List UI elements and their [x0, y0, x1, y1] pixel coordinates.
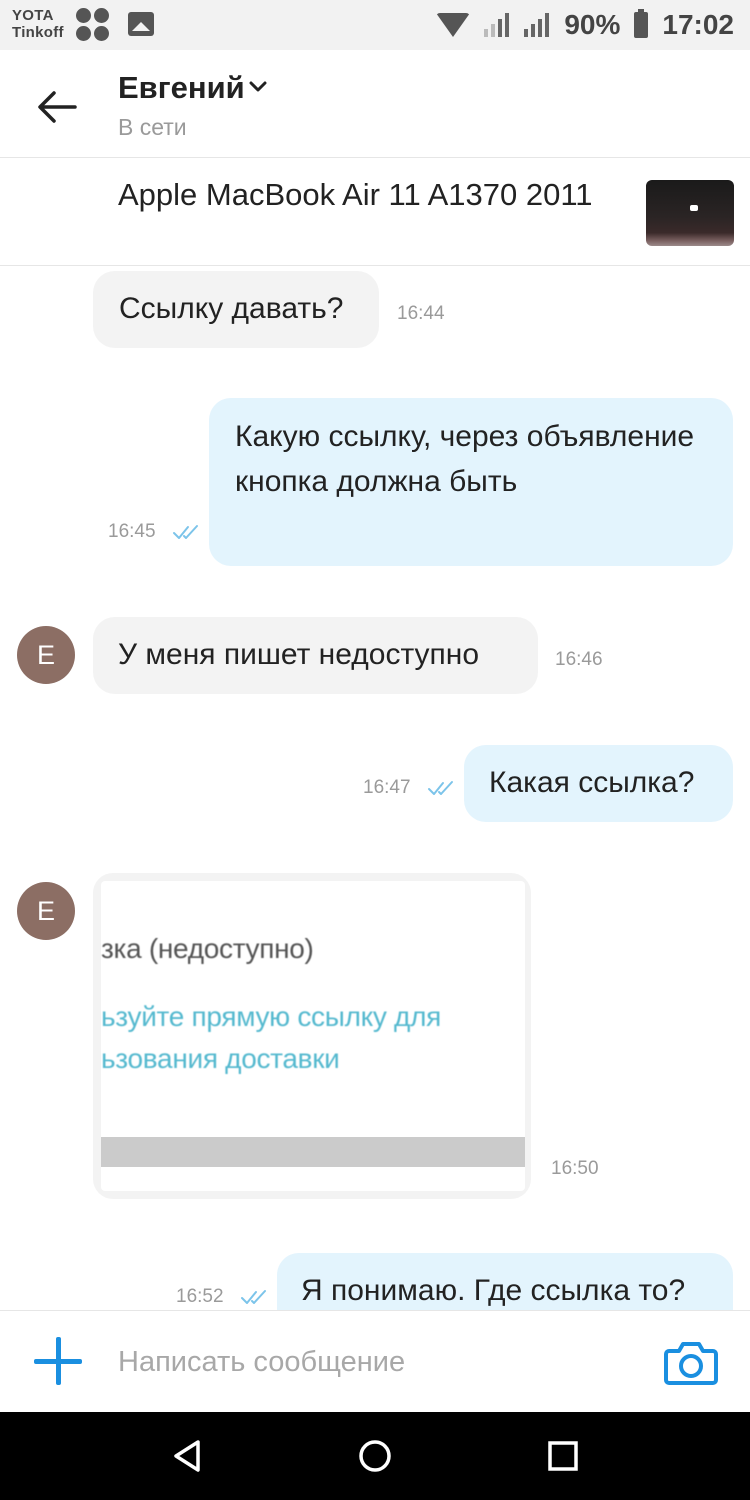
- listing-title[interactable]: Apple MacBook Air 11 A1370 2011: [118, 174, 598, 215]
- back-arrow-icon: [38, 91, 77, 123]
- chat-header: Евгений В сети: [0, 50, 750, 158]
- status-time: 17:02: [662, 9, 734, 40]
- battery-icon: [634, 9, 649, 38]
- message-time: 16:47: [363, 777, 411, 798]
- message-text: Какая ссылка?: [489, 766, 695, 799]
- message-list[interactable]: Ссылку давать? 16:44 16:45 Какую ссылку,…: [0, 267, 750, 1310]
- message-text: Какую ссылку, через объявление кнопка до…: [235, 420, 695, 498]
- back-button[interactable]: [34, 84, 80, 130]
- double-check-icon: [428, 781, 453, 795]
- system-nav-bar: [0, 1412, 750, 1500]
- signal-icon: [524, 13, 550, 37]
- listing-thumbnail[interactable]: [646, 180, 734, 246]
- message-time: 16:44: [397, 303, 445, 324]
- wifi-icon: [436, 13, 471, 37]
- nav-back-icon[interactable]: [168, 1436, 208, 1476]
- avatar-letter: Е: [36, 639, 55, 670]
- signal-icon: [484, 13, 510, 37]
- message-text: У меня пишет недоступно: [118, 638, 480, 671]
- avatar[interactable]: Е: [17, 882, 75, 940]
- attach-plus-icon[interactable]: [32, 1335, 84, 1387]
- gallery-notification-icon: [128, 12, 154, 36]
- avatar-letter: Е: [36, 895, 55, 926]
- message-text: Ссылку давать?: [119, 292, 344, 325]
- message-bubble-outgoing[interactable]: Какую ссылку, через объявление кнопка до…: [209, 398, 733, 566]
- nav-home-icon[interactable]: [355, 1436, 395, 1476]
- contact-name[interactable]: Евгений: [118, 70, 245, 106]
- message-time: 16:46: [555, 649, 603, 670]
- contact-status: В сети: [118, 114, 187, 140]
- nav-recents-icon[interactable]: [543, 1436, 583, 1476]
- screenshot-text-line: ьзования доставки: [101, 1043, 340, 1074]
- message-bubble-outgoing[interactable]: Какая ссылка?: [464, 745, 733, 822]
- double-check-icon: [173, 525, 198, 539]
- image-message[interactable]: зка (недоступно) ьзуйте прямую ссылку дл…: [93, 873, 531, 1199]
- carrier-line-1: YOTA: [12, 7, 54, 24]
- message-input[interactable]: [118, 1337, 618, 1387]
- status-bar: YOTA Tinkoff 90% 17:02: [0, 0, 750, 50]
- listing-bar[interactable]: Apple MacBook Air 11 A1370 2011: [0, 158, 750, 266]
- screenshot-text-line: зка (недоступно): [101, 933, 314, 964]
- double-check-icon: [241, 1290, 266, 1304]
- message-text: Я понимаю. Где ссылка то?: [301, 1274, 686, 1307]
- message-time: 16:50: [551, 1158, 599, 1179]
- chevron-down-icon[interactable]: [248, 80, 268, 94]
- screenshot-divider: [101, 1137, 525, 1167]
- carrier-line-2: Tinkoff: [12, 24, 64, 41]
- message-time: 16:52: [176, 1286, 224, 1307]
- composer-bar: [0, 1310, 750, 1412]
- app-notification-icon: [76, 8, 110, 42]
- battery-percent: 90%: [564, 9, 621, 40]
- avatar[interactable]: Е: [17, 626, 75, 684]
- screenshot-text-line: ьзуйте прямую ссылку для: [101, 1001, 441, 1032]
- message-bubble-outgoing[interactable]: Я понимаю. Где ссылка то?: [277, 1253, 733, 1310]
- attached-screenshot[interactable]: зка (недоступно) ьзуйте прямую ссылку дл…: [101, 881, 525, 1191]
- message-bubble-incoming[interactable]: Ссылку давать?: [93, 271, 379, 348]
- message-time: 16:45: [108, 521, 156, 542]
- carrier-label: YOTA Tinkoff: [12, 7, 64, 41]
- camera-icon[interactable]: [664, 1339, 718, 1385]
- message-bubble-incoming[interactable]: У меня пишет недоступно: [93, 617, 538, 694]
